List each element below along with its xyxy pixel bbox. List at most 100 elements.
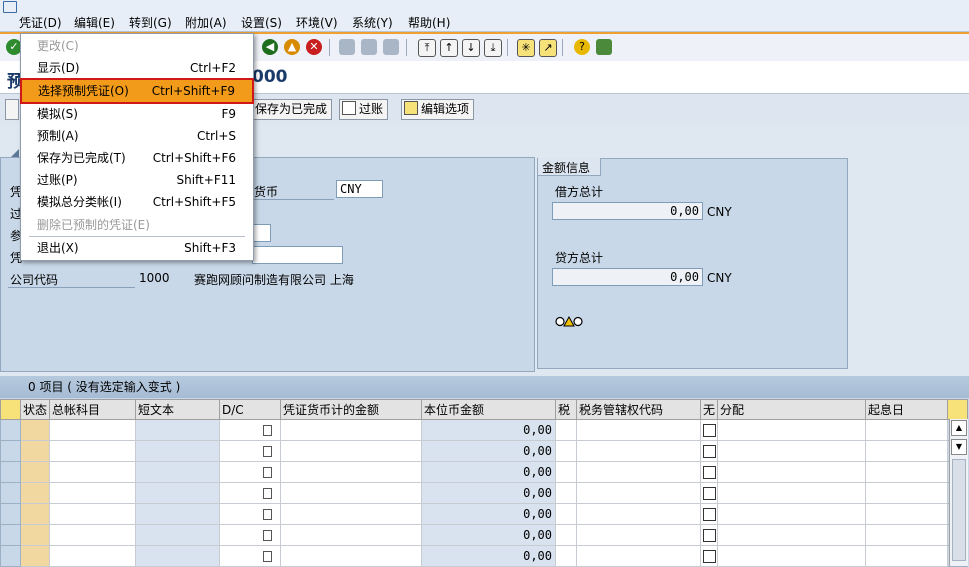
select-all-icon[interactable] (0, 399, 21, 420)
assignment-cell[interactable] (717, 419, 867, 441)
col-dc[interactable]: D/C (219, 399, 282, 420)
doc-amount-cell[interactable] (280, 461, 423, 483)
short-text-cell[interactable] (135, 503, 221, 525)
tax-jurisdiction-cell[interactable] (576, 482, 702, 504)
short-text-cell[interactable] (135, 461, 221, 483)
tax-cell[interactable] (555, 440, 578, 462)
table-row[interactable]: 0,00 (0, 461, 969, 483)
menu-option-selected[interactable]: 选择预制凭证(O) Ctrl+Shift+F9 (20, 78, 254, 104)
col-tax-jurisdiction[interactable]: 税务管辖权代码 (576, 399, 702, 420)
back-icon[interactable]: ◀ (262, 39, 278, 55)
dc-cell[interactable] (219, 482, 282, 504)
short-text-cell[interactable] (135, 440, 221, 462)
checkbox[interactable] (702, 529, 716, 542)
column-config-icon[interactable] (947, 399, 969, 420)
none-cell[interactable] (700, 524, 719, 546)
tax-jurisdiction-cell[interactable] (576, 524, 702, 546)
short-text-cell[interactable] (135, 545, 221, 567)
doc-amount-cell[interactable] (280, 482, 423, 504)
checkbox[interactable] (702, 487, 716, 500)
col-gl-account[interactable]: 总帐科目 (49, 399, 137, 420)
first-page-icon[interactable]: ⤒ (418, 39, 436, 57)
assignment-cell[interactable] (717, 440, 867, 462)
none-cell[interactable] (700, 545, 719, 567)
tax-jurisdiction-cell[interactable] (576, 419, 702, 441)
none-cell[interactable] (700, 440, 719, 462)
find-icon[interactable] (361, 39, 377, 55)
last-page-icon[interactable]: ⤓ (484, 39, 502, 57)
shortcut-icon[interactable]: ↗ (539, 39, 557, 57)
gl-account-cell[interactable] (49, 503, 137, 525)
dc-cell[interactable] (219, 524, 282, 546)
assignment-cell[interactable] (717, 524, 867, 546)
currency-field[interactable]: CNY (336, 180, 383, 198)
col-none[interactable]: 无 (700, 399, 719, 420)
edit-options-button[interactable]: 编辑选项 (401, 99, 475, 120)
menu-help[interactable]: 帮助(H) (408, 14, 450, 31)
dc-dropdown-icon[interactable] (263, 509, 273, 520)
scroll-thumb[interactable] (952, 459, 966, 561)
post-button[interactable]: 过账 (339, 99, 389, 120)
scroll-up-arrow-icon[interactable]: ▲ (951, 420, 967, 436)
tax-cell[interactable] (555, 503, 578, 525)
row-selector[interactable] (0, 419, 21, 441)
table-row[interactable]: 0,00 (0, 440, 969, 462)
dc-cell[interactable] (219, 503, 282, 525)
col-local-amount[interactable]: 本位币金额 (421, 399, 557, 420)
next-page-icon[interactable]: ↓ (462, 39, 480, 57)
gl-account-cell[interactable] (49, 545, 137, 567)
value-date-cell[interactable] (865, 503, 949, 525)
dc-dropdown-icon[interactable] (263, 425, 273, 436)
value-date-cell[interactable] (865, 482, 949, 504)
tax-jurisdiction-cell[interactable] (576, 440, 702, 462)
menu-edit[interactable]: 编辑(E) (74, 14, 115, 31)
dc-cell[interactable] (219, 440, 282, 462)
row-selector[interactable] (0, 440, 21, 462)
menu-option[interactable]: 更改(C) (21, 35, 253, 57)
menu-option[interactable]: 模拟(S) F9 (21, 103, 253, 125)
col-assignment[interactable]: 分配 (717, 399, 867, 420)
exit-icon[interactable]: ▲ (284, 39, 300, 55)
tax-cell[interactable] (555, 545, 578, 567)
doc-amount-cell[interactable] (280, 545, 423, 567)
checkbox[interactable] (702, 550, 716, 563)
short-text-cell[interactable] (135, 482, 221, 504)
find-next-icon[interactable] (383, 39, 399, 55)
gl-account-cell[interactable] (49, 482, 137, 504)
table-row[interactable]: 0,00 (0, 524, 969, 546)
reference-field[interactable] (252, 224, 271, 242)
toolbar-button-partial[interactable] (5, 99, 19, 120)
menu-settings[interactable]: 设置(S) (241, 14, 282, 31)
print-icon[interactable] (339, 39, 355, 55)
tax-jurisdiction-cell[interactable] (576, 461, 702, 483)
col-tax[interactable]: 税 (555, 399, 578, 420)
none-cell[interactable] (700, 419, 719, 441)
checkbox[interactable] (702, 466, 716, 479)
row-selector[interactable] (0, 545, 21, 567)
value-date-cell[interactable] (865, 461, 949, 483)
none-cell[interactable] (700, 461, 719, 483)
dc-dropdown-icon[interactable] (263, 488, 273, 499)
col-short-text[interactable]: 短文本 (135, 399, 221, 420)
row-selector[interactable] (0, 461, 21, 483)
row-selector[interactable] (0, 482, 21, 504)
menu-extras[interactable]: 附加(A) (185, 14, 227, 31)
none-cell[interactable] (700, 503, 719, 525)
assignment-cell[interactable] (717, 503, 867, 525)
menu-voucher[interactable]: 凭证(D) (19, 14, 62, 31)
cancel-icon[interactable]: ✕ (306, 39, 322, 55)
tax-cell[interactable] (555, 524, 578, 546)
row-selector[interactable] (0, 524, 21, 546)
value-date-cell[interactable] (865, 419, 949, 441)
assignment-cell[interactable] (717, 461, 867, 483)
table-row[interactable]: 0,00 (0, 482, 969, 504)
row-selector[interactable] (0, 503, 21, 525)
table-row[interactable]: 0,00 (0, 503, 969, 525)
short-text-cell[interactable] (135, 524, 221, 546)
value-date-cell[interactable] (865, 545, 949, 567)
assignment-cell[interactable] (717, 545, 867, 567)
menu-system[interactable]: 系统(Y) (352, 14, 393, 31)
gl-account-cell[interactable] (49, 419, 137, 441)
assignment-cell[interactable] (717, 482, 867, 504)
menu-option[interactable]: 删除已预制的凭证(E) (21, 214, 253, 236)
